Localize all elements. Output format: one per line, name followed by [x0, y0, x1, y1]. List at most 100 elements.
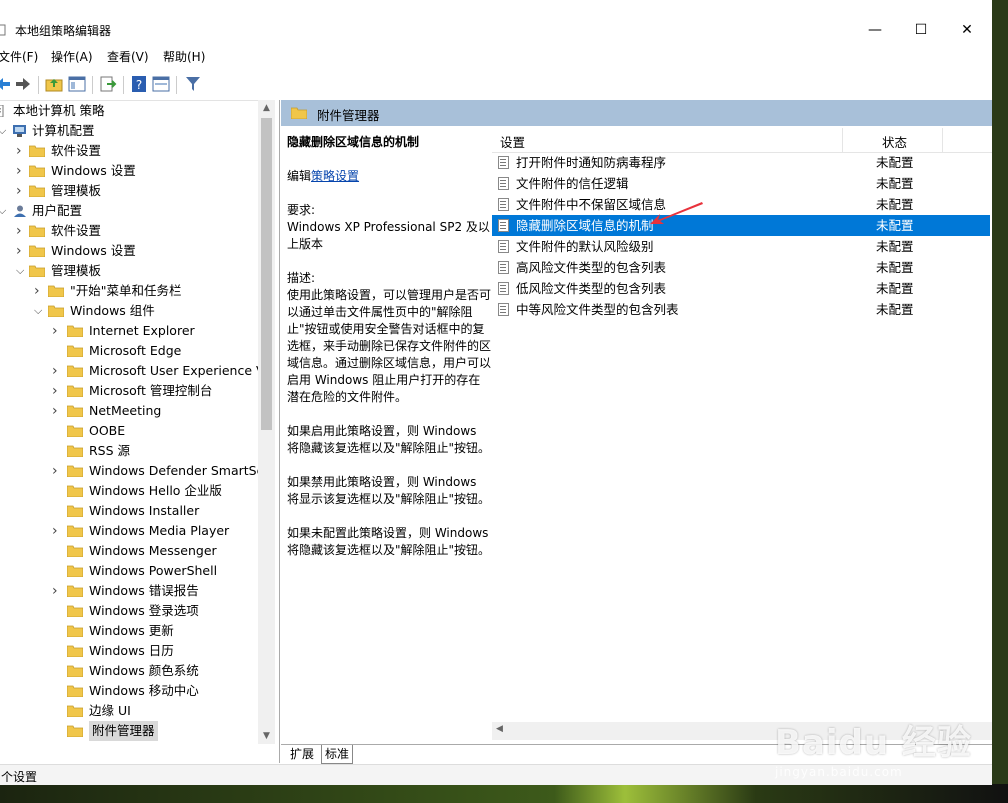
- tree-item[interactable]: › Microsoft 管理控制台: [0, 381, 258, 401]
- expand-arrow-icon[interactable]: ›: [34, 281, 44, 301]
- tree-vertical-scrollbar[interactable]: ▲ ▼: [258, 100, 275, 744]
- tree-item[interactable]: Windows PowerShell: [0, 561, 258, 581]
- expand-arrow-icon[interactable]: ›: [16, 181, 26, 201]
- maximize-button[interactable]: ☐: [898, 20, 944, 40]
- tree-item-label: Windows 更新: [89, 623, 174, 638]
- tree-item[interactable]: 附件管理器: [0, 721, 258, 741]
- scroll-up-icon[interactable]: ▲: [258, 100, 275, 116]
- tree-item[interactable]: ⌵ 计算机配置: [0, 121, 258, 141]
- menu-view[interactable]: 查看(V): [107, 48, 149, 65]
- tree-item[interactable]: Microsoft Edge: [0, 341, 258, 361]
- folder-icon: [67, 325, 83, 337]
- minimize-button[interactable]: —: [852, 20, 898, 40]
- tree-item[interactable]: › Windows 设置: [0, 161, 258, 181]
- policy-state: 未配置: [876, 302, 914, 317]
- policy-state: 未配置: [876, 197, 914, 212]
- edit-policy-link[interactable]: 策略设置: [311, 169, 359, 183]
- collapse-arrow-icon[interactable]: ⌵: [34, 301, 44, 321]
- folder-icon: [48, 285, 64, 297]
- back-icon[interactable]: [0, 75, 12, 93]
- expand-arrow-icon[interactable]: ›: [16, 241, 26, 261]
- forward-icon[interactable]: [14, 75, 32, 93]
- policy-row[interactable]: 文件附件中不保留区域信息 未配置: [492, 194, 990, 215]
- tree-item[interactable]: Windows 日历: [0, 641, 258, 661]
- column-setting[interactable]: 设置: [500, 132, 525, 151]
- tab-extended[interactable]: 扩展: [287, 745, 317, 763]
- collapse-arrow-icon[interactable]: ⌵: [0, 201, 8, 221]
- policy-row[interactable]: 文件附件的默认风险级别 未配置: [492, 236, 990, 257]
- tree-item[interactable]: › Windows Media Player: [0, 521, 258, 541]
- tree-pane: 本地计算机 策略 ⌵ 计算机配置 › 软件设置 › Windows 设置 › 管理模板 ⌵ 用户配置…: [0, 100, 275, 745]
- tree-item[interactable]: Windows 更新: [0, 621, 258, 641]
- expand-arrow-icon[interactable]: ›: [16, 161, 26, 181]
- tree-item[interactable]: › Windows Defender SmartScre: [0, 461, 275, 481]
- tree-item[interactable]: › "开始"菜单和任务栏: [0, 281, 258, 301]
- expand-arrow-icon[interactable]: ›: [16, 141, 26, 161]
- collapse-arrow-icon[interactable]: ⌵: [16, 261, 26, 281]
- tree-item[interactable]: Windows 登录选项: [0, 601, 258, 621]
- tab-standard[interactable]: 标准: [321, 745, 354, 764]
- menu-file[interactable]: 文件(F): [0, 48, 38, 65]
- tree-item[interactable]: Windows 移动中心: [0, 681, 258, 701]
- folder-icon: [67, 625, 83, 637]
- tree-item[interactable]: › Microsoft User Experience Vi: [0, 361, 268, 381]
- expand-arrow-icon[interactable]: ›: [52, 401, 62, 421]
- tree-item[interactable]: Windows Installer: [0, 501, 258, 521]
- properties-icon[interactable]: [152, 75, 170, 93]
- tree-item[interactable]: Windows Messenger: [0, 541, 258, 561]
- tree-item-label: Windows Hello 企业版: [89, 483, 222, 498]
- menu-action[interactable]: 操作(A): [51, 48, 93, 65]
- expand-arrow-icon[interactable]: ›: [52, 581, 62, 601]
- policy-setting-icon: [498, 198, 509, 211]
- tree-item[interactable]: › 管理模板: [0, 181, 258, 201]
- folder-icon: [67, 505, 83, 517]
- tree-item[interactable]: Windows Hello 企业版: [0, 481, 258, 501]
- tree-item[interactable]: › Windows 设置: [0, 241, 258, 261]
- tree-item-label: Windows 登录选项: [89, 603, 199, 618]
- folder-icon: [67, 545, 83, 557]
- tree-item[interactable]: › 软件设置: [0, 141, 258, 161]
- scroll-down-icon[interactable]: ▼: [258, 728, 275, 744]
- expand-arrow-icon[interactable]: ›: [16, 221, 26, 241]
- tree-item[interactable]: › 软件设置: [0, 221, 258, 241]
- tree-item[interactable]: 本地计算机 策略: [0, 101, 258, 121]
- export-list-icon[interactable]: [99, 75, 117, 93]
- menu-help[interactable]: 帮助(H): [163, 48, 205, 65]
- policy-row[interactable]: 文件附件的信任逻辑 未配置: [492, 173, 990, 194]
- tree-item[interactable]: ⌵ 管理模板: [0, 261, 258, 281]
- up-folder-icon[interactable]: [45, 75, 63, 93]
- tree-item[interactable]: › NetMeeting: [0, 401, 258, 421]
- column-state[interactable]: 状态: [882, 132, 907, 151]
- computer-policy-icon: [0, 105, 4, 117]
- baidu-watermark: Baidu 经验 jingyan.baidu.com: [775, 715, 972, 779]
- close-button[interactable]: ✕: [944, 20, 990, 40]
- tree-item[interactable]: › Windows 错误报告: [0, 581, 258, 601]
- tree-item[interactable]: RSS 源: [0, 441, 258, 461]
- expand-arrow-icon[interactable]: ›: [52, 381, 62, 401]
- expand-arrow-icon[interactable]: ›: [52, 521, 62, 541]
- tree-item[interactable]: ⌵ Windows 组件: [0, 301, 258, 321]
- collapse-arrow-icon[interactable]: ⌵: [0, 121, 8, 141]
- policy-row[interactable]: 打开附件时通知防病毒程序 未配置: [492, 152, 990, 173]
- policy-row[interactable]: 隐藏删除区域信息的机制 未配置: [492, 215, 990, 236]
- expand-arrow-icon[interactable]: ›: [52, 461, 62, 481]
- show-hide-tree-icon[interactable]: [68, 75, 86, 93]
- tree-item[interactable]: › Internet Explorer: [0, 321, 258, 341]
- policy-row[interactable]: 低风险文件类型的包含列表 未配置: [492, 278, 990, 299]
- tree-item[interactable]: 边缘 UI: [0, 701, 258, 721]
- tree-item[interactable]: OOBE: [0, 421, 258, 441]
- tree-item-label: NetMeeting: [89, 403, 162, 418]
- tree-item-label: Microsoft User Experience Vi: [89, 363, 268, 378]
- tree-item[interactable]: ⌵ 用户配置: [0, 201, 258, 221]
- expand-arrow-icon[interactable]: ›: [52, 321, 62, 341]
- scroll-thumb[interactable]: [261, 118, 272, 430]
- expand-arrow-icon[interactable]: ›: [52, 361, 62, 381]
- tree-item-label: 软件设置: [51, 223, 102, 238]
- scroll-left-icon[interactable]: ◀: [496, 724, 503, 734]
- tree-item-label: 用户配置: [32, 203, 83, 218]
- policy-row[interactable]: 中等风险文件类型的包含列表 未配置: [492, 299, 990, 320]
- filter-icon[interactable]: [184, 75, 202, 93]
- tree-item[interactable]: Windows 颜色系统: [0, 661, 258, 681]
- policy-row[interactable]: 高风险文件类型的包含列表 未配置: [492, 257, 990, 278]
- help-icon[interactable]: ?: [130, 75, 148, 93]
